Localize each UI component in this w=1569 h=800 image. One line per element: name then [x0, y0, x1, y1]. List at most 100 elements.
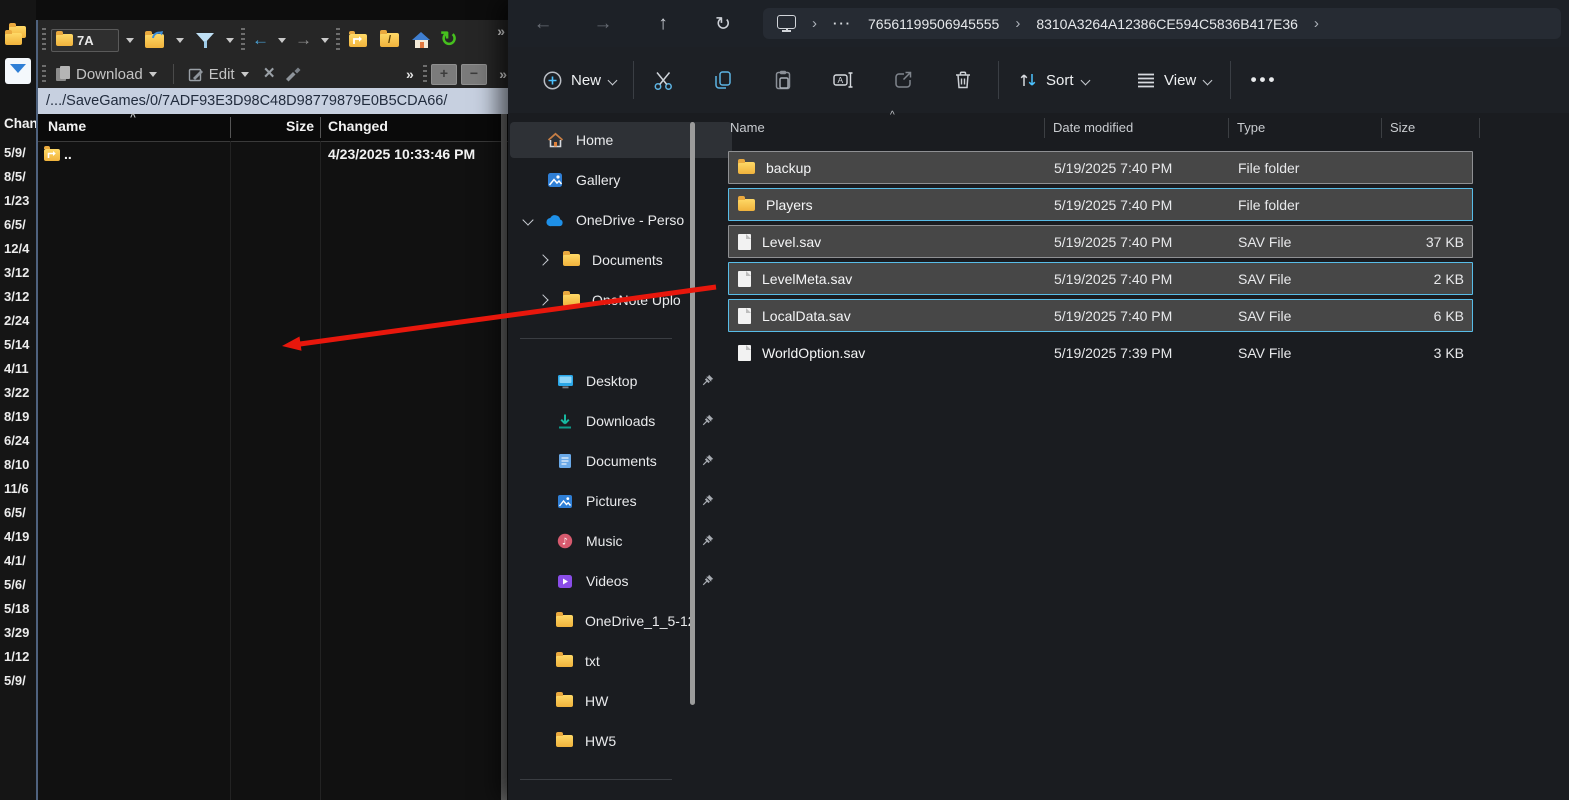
root-directory-button[interactable]: /	[376, 30, 403, 50]
toolbar-overflow[interactable]: »	[406, 66, 414, 82]
more-options-button[interactable]: •••	[1244, 60, 1284, 100]
parent-directory-button[interactable]	[345, 30, 371, 50]
file-row-backup[interactable]: backup 5/19/2025 7:40 PM File folder	[728, 151, 1473, 184]
toolbar-grip[interactable]	[241, 28, 245, 52]
file-row-localdata-sav[interactable]: LocalData.sav 5/19/2025 7:40 PM SAV File…	[728, 299, 1473, 332]
column-name[interactable]: Name	[48, 118, 86, 134]
new-label: New	[571, 71, 602, 89]
file-row-players[interactable]: Players 5/19/2025 7:40 PM File folder	[728, 188, 1473, 221]
session-dropdown-caret[interactable]	[126, 37, 134, 43]
open-directory-button[interactable]	[141, 30, 169, 51]
toolbar-overflow[interactable]: »	[499, 66, 507, 82]
toolbar-overflow[interactable]: »	[497, 23, 505, 39]
filter-button[interactable]	[191, 28, 219, 52]
toolbar-grip[interactable]	[42, 28, 46, 52]
remote-path-bar[interactable]: /.../SaveGames/0/7ADF93E3D98C48D98779879…	[38, 88, 508, 114]
column-header-date-modified[interactable]: Date modified	[1053, 120, 1133, 135]
sidebar-item-gallery[interactable]: Gallery	[510, 162, 732, 198]
decrease-button[interactable]: −	[461, 64, 487, 85]
sidebar-item-onedrive[interactable]: OneDrive - Perso	[510, 202, 732, 238]
sidebar-item-pictures[interactable]: Pictures	[510, 483, 742, 519]
sidebar-item-downloads[interactable]: Downloads	[510, 403, 742, 439]
chevron-right-icon[interactable]	[537, 294, 549, 306]
filter-dropdown-caret[interactable]	[226, 37, 234, 43]
forward-dropdown-caret[interactable]	[321, 37, 329, 43]
delete-button[interactable]	[943, 60, 983, 100]
session-button[interactable]: 7A	[51, 28, 119, 52]
date-cell: 4/1/	[4, 553, 26, 568]
sidebar-scrollbar[interactable]	[690, 122, 695, 705]
refresh-button[interactable]: ↻	[705, 6, 741, 42]
file-row-levelmeta-sav[interactable]: LevelMeta.sav 5/19/2025 7:40 PM SAV File…	[728, 262, 1473, 295]
file-row-worldoption-sav[interactable]: WorldOption.sav 5/19/2025 7:39 PM SAV Fi…	[728, 336, 1473, 369]
rename-button[interactable]: A	[823, 60, 863, 100]
forward-button[interactable]: →	[293, 30, 314, 50]
refresh-button[interactable]: ↻	[440, 29, 458, 50]
changed-column-header-clipped[interactable]: Chan	[4, 116, 36, 131]
view-button[interactable]: View	[1126, 60, 1221, 100]
edit-button[interactable]: Edit	[184, 63, 255, 86]
column-resize-handle[interactable]	[1044, 118, 1045, 138]
breadcrumb-segment[interactable]: 76561199506945555	[868, 16, 999, 32]
open-dropdown-caret[interactable]	[176, 37, 184, 43]
column-size[interactable]: Size	[234, 118, 314, 134]
delete-x-button[interactable]: ×	[261, 64, 278, 83]
this-pc-icon[interactable]	[777, 15, 796, 32]
date-cell: 5/14	[4, 337, 30, 352]
toolbar-grip[interactable]	[423, 65, 427, 83]
file-row-level-sav[interactable]: Level.sav 5/19/2025 7:40 PM SAV File 37 …	[728, 225, 1473, 258]
sidebar-item-desktop[interactable]: Desktop	[510, 363, 742, 399]
date-cell: 3/12	[4, 289, 30, 304]
paste-button[interactable]	[763, 60, 803, 100]
copy-button[interactable]	[703, 60, 743, 100]
column-changed[interactable]: Changed	[328, 118, 388, 134]
breadcrumb-segment[interactable]: 8310A3264A12386CE594C5836B417E36	[1036, 16, 1298, 32]
back-dropdown-caret[interactable]	[278, 37, 286, 43]
breadcrumb-chevron[interactable]: ›	[812, 15, 817, 32]
sidebar-item-hw5[interactable]: HW5	[510, 723, 742, 759]
column-header-type[interactable]: Type	[1237, 120, 1265, 135]
column-resize-handle[interactable]	[1228, 118, 1229, 138]
breadcrumb-chevron[interactable]: ›	[1015, 15, 1020, 32]
column-header-name[interactable]: Name	[730, 120, 765, 135]
sidebar-item-home[interactable]: Home	[510, 122, 732, 158]
column-resize-handle[interactable]	[1479, 118, 1480, 138]
column-resize-handle[interactable]	[320, 117, 321, 138]
properties-brush-icon[interactable]	[284, 66, 302, 82]
forward-button[interactable]: →	[585, 6, 621, 42]
toolbar-grip[interactable]	[336, 28, 340, 52]
sidebar-item-videos[interactable]: Videos	[510, 563, 742, 599]
download-button[interactable]: Download	[52, 63, 163, 86]
chevron-down-icon[interactable]	[522, 214, 534, 226]
sidebar-item-music[interactable]: ♪ Music	[510, 523, 742, 559]
chevron-right-icon[interactable]	[537, 254, 549, 266]
column-header-size[interactable]: Size	[1390, 120, 1415, 135]
share-button[interactable]	[883, 60, 923, 100]
parent-directory-row[interactable]: .. 4/23/2025 10:33:46 PM	[38, 142, 500, 167]
address-breadcrumb-bar[interactable]: › ··· 76561199506945555 › 8310A3264A1238…	[763, 8, 1561, 39]
breadcrumb-ellipsis[interactable]: ···	[833, 16, 852, 31]
back-button[interactable]: ←	[250, 30, 271, 50]
new-button[interactable]: New	[532, 60, 626, 100]
sort-label: Sort	[1046, 71, 1074, 89]
toolbar-grip[interactable]	[42, 65, 46, 83]
sidebar-item-onedrive-1-5[interactable]: OneDrive_1_5-12	[510, 603, 742, 639]
increase-button[interactable]: +	[431, 64, 457, 85]
file-explorer-window: ← → ↑ ↻ › ··· 76561199506945555 › 8310A3…	[508, 0, 1569, 800]
sidebar-item-txt[interactable]: txt	[510, 643, 742, 679]
breadcrumb-chevron[interactable]: ›	[1314, 15, 1319, 32]
up-button[interactable]: ↑	[645, 6, 681, 42]
cut-button[interactable]	[643, 60, 683, 100]
sidebar-item-hw[interactable]: HW	[510, 683, 742, 719]
sort-button[interactable]: Sort	[1008, 60, 1099, 100]
sidebar-item-documents[interactable]: Documents	[510, 443, 742, 479]
vertical-scrollbar[interactable]	[501, 114, 507, 800]
trash-icon	[956, 71, 970, 89]
filter-box-icon[interactable]	[5, 58, 31, 84]
column-resize-handle[interactable]	[1381, 118, 1382, 138]
file-type: File folder	[1238, 159, 1300, 176]
home-directory-button[interactable]	[408, 29, 435, 52]
date-cell: 1/12	[4, 649, 30, 664]
back-button[interactable]: ←	[525, 6, 561, 42]
column-resize-handle[interactable]	[230, 117, 231, 138]
